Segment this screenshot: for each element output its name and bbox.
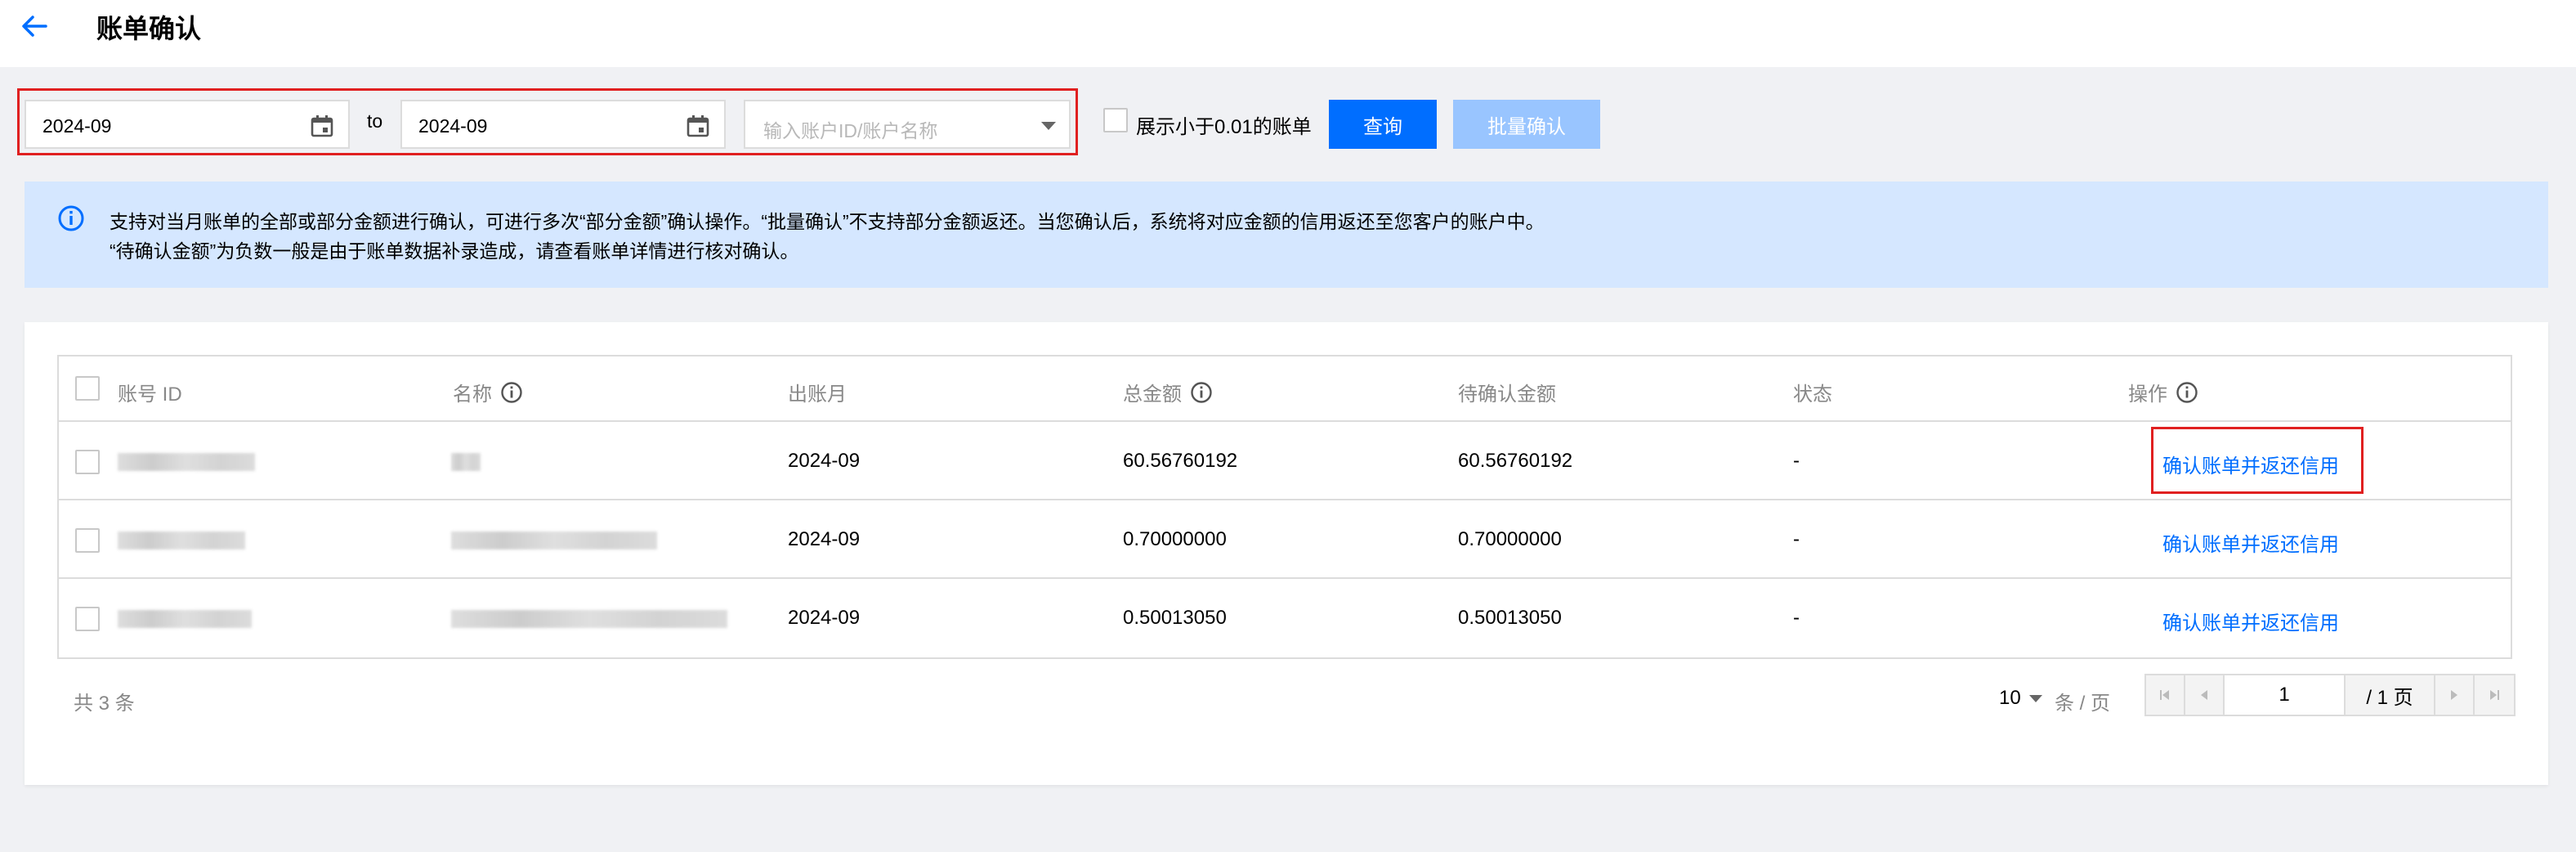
page-header: 账单确认 — [0, 0, 2576, 67]
total-count: 共 3 条 — [74, 693, 135, 715]
confirm-bill-link[interactable]: 确认账单并返还信用 — [2162, 450, 2339, 478]
batch-confirm-button[interactable]: 批量确认 — [1453, 100, 1600, 149]
small-bill-checkbox[interactable] — [1103, 108, 1128, 132]
confirm-bill-link[interactable]: 确认账单并返还信用 — [2162, 607, 2339, 635]
prev-page-icon — [2201, 690, 2207, 700]
page-title: 账单确认 — [96, 14, 202, 43]
row-total: 0.50013050 — [1123, 607, 1227, 629]
last-page-icon — [2490, 690, 2499, 700]
info-icon — [58, 205, 84, 231]
start-date-value: 2024-09 — [42, 115, 112, 137]
row-pending: 0.70000000 — [1458, 528, 1562, 550]
column-status: 状态 — [1793, 378, 1832, 406]
small-bill-label[interactable]: 展示小于0.01的账单 — [1136, 110, 1312, 139]
calendar-icon[interactable] — [309, 113, 335, 139]
prev-page-button[interactable] — [2185, 675, 2225, 715]
filter-bar: 2024-09 to 2024-09 输入账户ID/账户名称 展示小于0.01的… — [0, 67, 2576, 164]
column-action: 操作 — [2128, 378, 2198, 406]
column-label: 出账月 — [788, 383, 847, 406]
next-page-icon — [2451, 690, 2457, 700]
row-total: 0.70000000 — [1123, 528, 1227, 550]
info-circle-icon[interactable] — [2176, 381, 2198, 404]
column-label: 状态 — [1793, 383, 1832, 406]
account-select-placeholder: 输入账户ID/账户名称 — [763, 120, 938, 141]
row-total: 60.56760192 — [1123, 450, 1238, 472]
bill-table-card: 账号 ID 名称 出账月 总金额 待确认金额 状态 操作 2024-09 60. — [25, 322, 2548, 785]
row-status: - — [1793, 607, 1800, 629]
end-date-picker[interactable]: 2024-09 — [400, 100, 726, 149]
page-size-unit: 条 / 页 — [2055, 693, 2111, 715]
column-month: 出账月 — [788, 378, 847, 406]
row-month: 2024-09 — [788, 450, 861, 472]
info-notice: 支持对当月账单的全部或部分金额进行确认，可进行多次“部分金额”确认操作。“批量确… — [25, 182, 2548, 288]
row-month: 2024-09 — [788, 528, 861, 550]
chevron-down-icon — [2028, 694, 2042, 702]
info-circle-icon[interactable] — [1190, 381, 1213, 404]
page-size-value: 10 — [1999, 687, 2021, 709]
account-id-redacted — [118, 453, 255, 471]
column-label: 操作 — [2128, 383, 2167, 406]
info-circle-icon[interactable] — [500, 381, 523, 404]
notice-line-1: 支持对当月账单的全部或部分金额进行确认，可进行多次“部分金额”确认操作。“批量确… — [110, 211, 1545, 232]
row-pending: 60.56760192 — [1458, 450, 1573, 472]
column-name: 名称 — [453, 378, 523, 406]
row-checkbox[interactable] — [75, 450, 100, 474]
column-account-id: 账号 ID — [118, 378, 182, 406]
row-checkbox[interactable] — [75, 528, 100, 553]
chevron-down-icon — [1041, 122, 1056, 130]
page-number-input[interactable]: 1 — [2225, 675, 2346, 715]
next-page-button[interactable] — [2435, 675, 2475, 715]
column-label: 名称 — [453, 383, 492, 406]
back-arrow-icon[interactable] — [18, 10, 51, 43]
select-all-checkbox[interactable] — [75, 376, 100, 401]
row-month: 2024-09 — [788, 607, 861, 629]
column-label: 待确认金额 — [1458, 383, 1556, 406]
column-pending: 待确认金额 — [1458, 378, 1556, 406]
end-date-value: 2024-09 — [418, 115, 488, 137]
table-row: 2024-09 0.50013050 0.50013050 - 确认账单并返还信… — [59, 579, 2511, 657]
start-date-picker[interactable]: 2024-09 — [25, 100, 350, 149]
account-select[interactable]: 输入账户ID/账户名称 — [744, 100, 1071, 149]
row-status: - — [1793, 528, 1800, 550]
notice-line-2: “待确认金额”为负数一般是由于账单数据补录造成，请查看账单详情进行核对确认。 — [110, 240, 799, 262]
account-name-redacted — [451, 610, 727, 628]
row-status: - — [1793, 450, 1800, 472]
table-row: 2024-09 60.56760192 60.56760192 - 确认账单并返… — [59, 422, 2511, 500]
account-id-redacted — [118, 531, 245, 549]
pagination: 1 / 1 页 — [2144, 674, 2516, 716]
account-name-redacted — [451, 453, 481, 471]
first-page-icon — [2160, 690, 2169, 700]
row-pending: 0.50013050 — [1458, 607, 1562, 629]
column-total: 总金额 — [1123, 378, 1213, 406]
table-row: 2024-09 0.70000000 0.70000000 - 确认账单并返还信… — [59, 500, 2511, 579]
table-header: 账号 ID 名称 出账月 总金额 待确认金额 状态 操作 — [59, 356, 2511, 422]
first-page-button[interactable] — [2146, 675, 2185, 715]
query-button[interactable]: 查询 — [1329, 100, 1437, 149]
column-label: 总金额 — [1123, 383, 1182, 406]
bill-table: 账号 ID 名称 出账月 总金额 待确认金额 状态 操作 2024-09 60. — [57, 355, 2512, 659]
account-name-redacted — [451, 531, 657, 549]
page-total: / 1 页 — [2346, 675, 2435, 715]
row-checkbox[interactable] — [75, 607, 100, 631]
last-page-button[interactable] — [2475, 675, 2514, 715]
account-id-redacted — [118, 610, 252, 628]
confirm-bill-link[interactable]: 确认账单并返还信用 — [2162, 528, 2339, 557]
column-label: 账号 ID — [118, 383, 182, 406]
to-label: to — [367, 110, 383, 132]
calendar-icon[interactable] — [685, 113, 711, 139]
page-size-select[interactable]: 10 — [1999, 687, 2042, 710]
